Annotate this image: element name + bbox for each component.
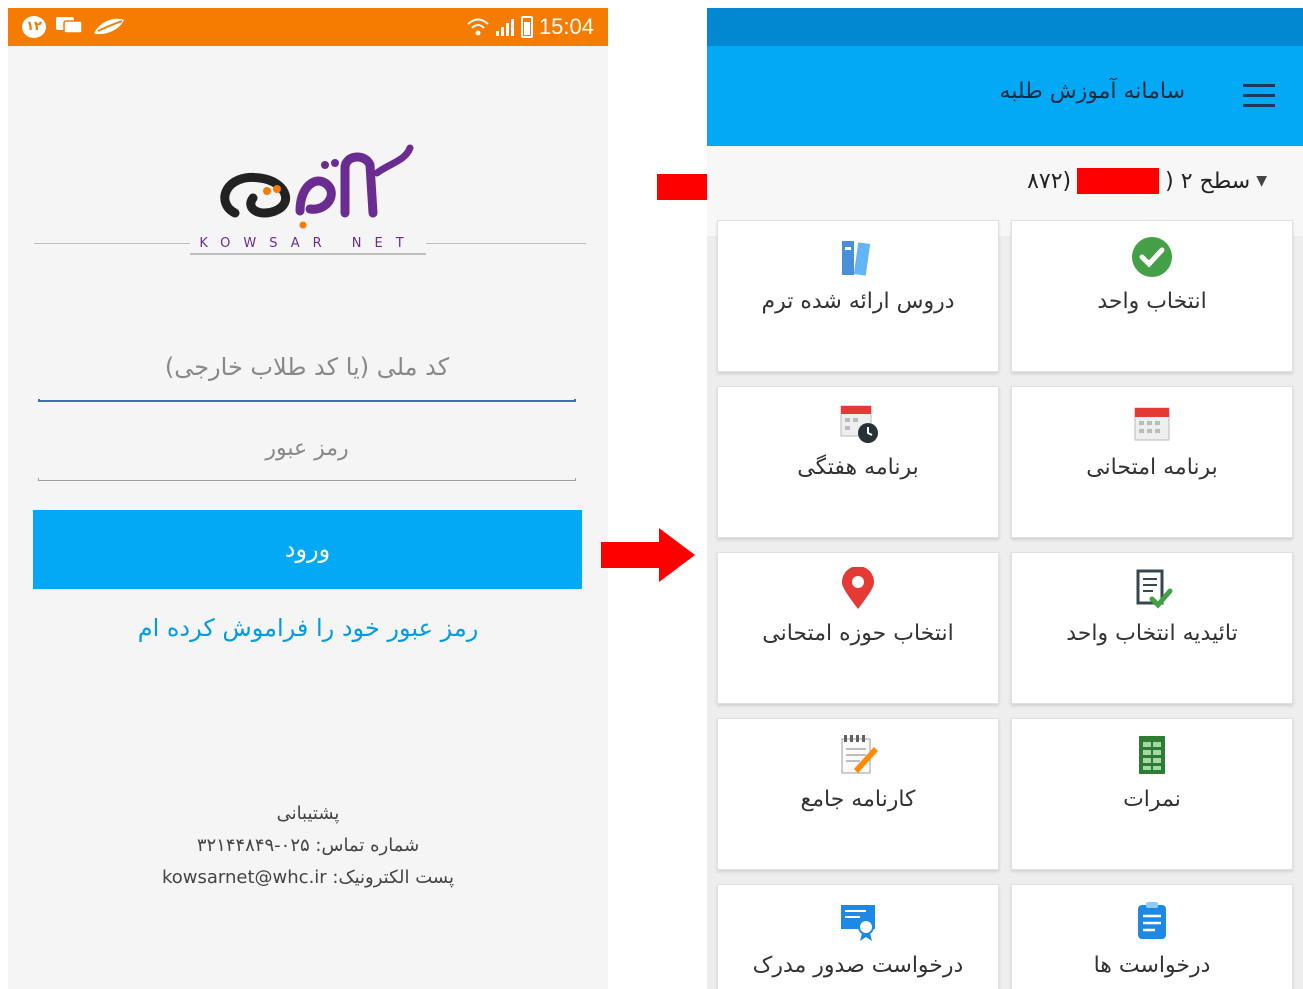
tile-course-selection[interactable]: انتخاب واحد [1011, 220, 1293, 372]
menu-icon[interactable] [1243, 84, 1275, 108]
login-screen: ۱۲ 15:04 KOWSAR NET کد ملی (یا کد طلاب خ… [8, 8, 608, 989]
logo-subtitle: KOWSAR NET [190, 233, 426, 255]
tile-requests[interactable]: درخواست ها [1011, 884, 1293, 989]
dropdown-caret-icon: ▼ [1256, 173, 1267, 189]
tile-grades[interactable]: نمرات [1011, 718, 1293, 870]
tile-selection-confirmation[interactable]: تائیدیه انتخاب واحد [1011, 552, 1293, 704]
tile-exam-center-selection[interactable]: انتخاب حوزه امتحانی [717, 552, 999, 704]
tile-term-courses[interactable]: دروس ارائه شده ترم [717, 220, 999, 372]
logo-calligraphy-icon [220, 144, 414, 229]
national-code-underline [38, 399, 576, 402]
support-info: پشتیبانی شماره تماس: ۰۲۵-۳۲۱۴۴۸۴۹ پست ال… [8, 798, 608, 894]
notification-count-badge: ۱۲ [22, 16, 46, 38]
red-arrow-middle [601, 528, 695, 582]
spreadsheet-icon [1139, 736, 1165, 774]
certificate-icon [841, 905, 875, 941]
support-email: پست الکترونیک: kowsarnet@whc.ir [162, 867, 454, 888]
calendar-clock-icon [840, 405, 878, 443]
tile-weekly-schedule[interactable]: برنامه هفتگی [717, 386, 999, 538]
tile-certificate-request[interactable]: درخواست صدور مدرک [717, 884, 999, 989]
notepad-pencil-icon [841, 735, 878, 774]
forgot-password-link[interactable]: رمز عبور خود را فراموش کرده ام [8, 614, 608, 642]
login-button[interactable]: ورود [33, 510, 582, 589]
message-icon [56, 17, 82, 34]
signal-icon [495, 19, 514, 36]
support-phone: شماره تماس: ۰۲۵-۳۲۱۴۴۸۴۹ [196, 835, 420, 856]
dashboard-screen: سامانه آموزش طلبه ▼ سطح ۲ ( (۸۷۲ انتخاب … [707, 8, 1303, 989]
password-underline [38, 478, 576, 481]
books-icon [842, 241, 871, 276]
tile-exam-schedule[interactable]: برنامه امتحانی [1011, 386, 1293, 538]
national-code-input[interactable]: کد ملی (یا کد طلاب خارجی) [38, 353, 576, 381]
redacted-box [1077, 168, 1160, 194]
document-check-icon [1136, 569, 1173, 609]
app-bar: سامانه آموزش طلبه [707, 46, 1303, 146]
kowsar-net-logo: KOWSAR NET [30, 143, 586, 273]
check-circle-icon [1132, 237, 1172, 277]
request-document-icon [1138, 902, 1166, 939]
status-bar [707, 8, 1303, 46]
calendar-icon [1134, 407, 1170, 441]
leaf-icon [94, 18, 124, 35]
support-title: پشتیبانی [276, 803, 340, 824]
wifi-icon [467, 18, 489, 36]
clock: 15:04 [538, 14, 594, 39]
app-title: سامانه آموزش طلبه [999, 79, 1186, 104]
battery-icon [520, 16, 533, 38]
status-bar: ۱۲ 15:04 [8, 8, 608, 46]
level-suffix: (۸۷۲ [1027, 168, 1072, 194]
location-pin-icon [842, 567, 874, 609]
password-input[interactable]: رمز عبور [38, 436, 576, 461]
tile-comprehensive-transcript[interactable]: کارنامه جامع [717, 718, 999, 870]
level-label: سطح ۲ ( [1165, 168, 1251, 194]
